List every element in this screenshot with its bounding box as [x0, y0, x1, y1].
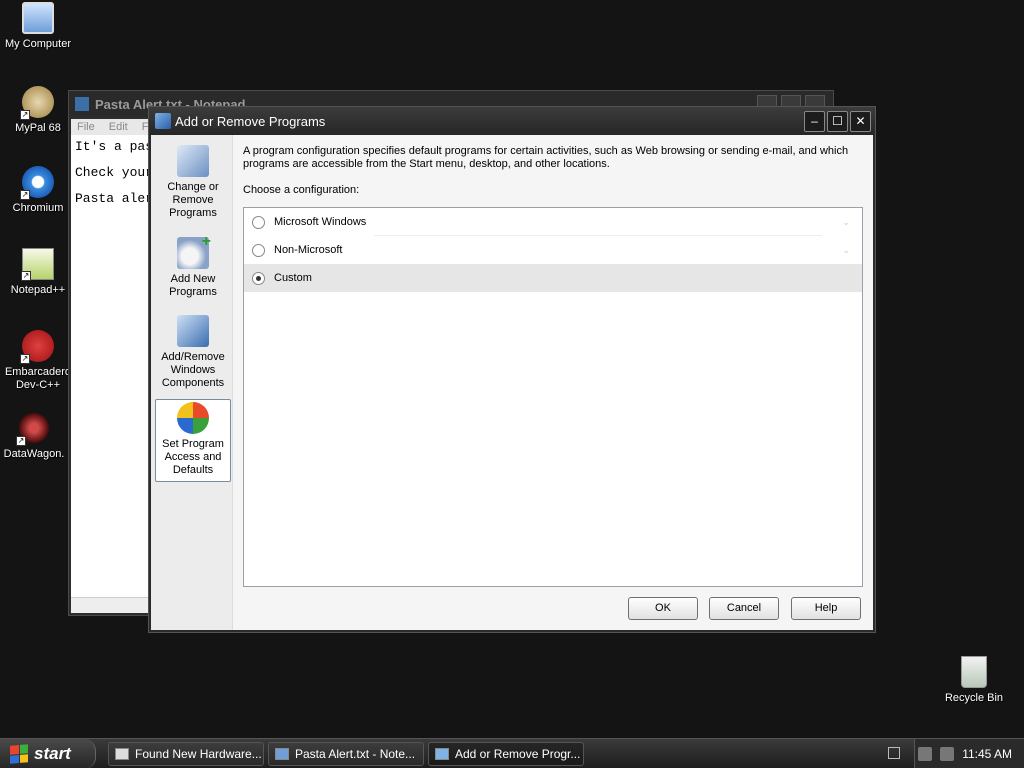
windows-logo-icon [10, 744, 28, 764]
task-label: Found New Hardware... [135, 747, 262, 761]
menu-file[interactable]: File [77, 121, 95, 133]
volume-icon[interactable] [940, 747, 955, 761]
system-tray: 11:45 AM [914, 739, 1024, 768]
option-label: Non-Microsoft [274, 244, 343, 256]
notepadpp-icon: ↗ [21, 248, 54, 281]
taskbar-item-notepad[interactable]: Pasta Alert.txt - Note... [268, 742, 424, 766]
add-remove-programs-window[interactable]: Add or Remove Programs – ☐ ✕ Change or R… [148, 106, 876, 633]
shortcut-arrow-icon: ↗ [20, 354, 30, 364]
dialog-window-controls: – ☐ ✕ [804, 111, 871, 132]
radio-custom[interactable] [252, 271, 265, 285]
sidebar-item-label: Change or Remove Programs [167, 181, 219, 219]
expand-chevron-icon[interactable]: ⌄ [842, 217, 850, 228]
sidebar-item-windows-components[interactable]: Add/Remove Windows Components [155, 313, 231, 390]
window-icon [115, 748, 129, 760]
option-custom[interactable]: Custom [244, 264, 862, 292]
desktop-icon-label: DataWagon. [3, 448, 65, 460]
desktop-icon-label: Chromium [12, 202, 64, 214]
help-button[interactable]: Help [791, 597, 861, 620]
dialog-title: Add or Remove Programs [175, 113, 326, 129]
network-icon[interactable] [918, 747, 933, 761]
choose-configuration-label: Choose a configuration: [243, 184, 360, 196]
task-label: Add or Remove Progr... [455, 747, 581, 761]
desktop-icon-label: Notepad++ [10, 284, 66, 296]
taskbar-item-add-remove[interactable]: Add or Remove Progr... [428, 742, 584, 766]
add-remove-programs-icon [155, 113, 171, 129]
minimize-button[interactable]: – [804, 111, 825, 132]
cancel-button[interactable]: Cancel [709, 597, 779, 620]
maximize-button[interactable]: ☐ [827, 111, 848, 132]
option-label: Microsoft Windows [274, 216, 367, 228]
devcpp-icon: ↗ [20, 330, 54, 364]
option-label: Custom [274, 272, 312, 284]
expand-chevron-icon[interactable]: ⌄ [842, 245, 850, 256]
desktop-icon-datawagon[interactable]: ↗ DataWagon. [0, 412, 72, 461]
program-access-defaults-icon [177, 402, 209, 434]
desktop-icon-label: Embarcadero Dev-C++ [4, 366, 72, 391]
configuration-list[interactable]: Microsoft Windows ⌄ Non-Microsoft ⌄ Cust… [243, 207, 863, 587]
add-remove-programs-icon [435, 748, 449, 760]
close-button[interactable]: ✕ [850, 111, 871, 132]
desktop-icon-devcpp[interactable]: ↗ Embarcadero Dev-C++ [0, 330, 76, 392]
sidebar-item-label: Add/Remove Windows Components [161, 351, 225, 389]
datawagon-icon: ↗ [16, 412, 50, 446]
taskbar-item-found-hardware[interactable]: Found New Hardware... [108, 742, 264, 766]
change-remove-programs-icon [177, 145, 209, 177]
keyboard-layout-icon[interactable] [888, 747, 900, 759]
task-label: Pasta Alert.txt - Note... [295, 747, 416, 761]
ok-button[interactable]: OK [628, 597, 698, 620]
dialog-main-panel: A program configuration specifies defaul… [233, 135, 873, 630]
shortcut-arrow-icon: ↗ [20, 190, 30, 200]
notepad-icon [75, 97, 89, 111]
configuration-description: A program configuration specifies defaul… [243, 145, 849, 170]
add-new-programs-icon: + [177, 234, 211, 269]
sidebar-item-add-new[interactable]: + Add New Programs [155, 234, 231, 299]
start-button[interactable]: start [0, 739, 96, 768]
mypal-icon: ↗ [20, 86, 54, 120]
dialog-body: Change or Remove Programs + Add New Prog… [151, 135, 873, 630]
clock[interactable]: 11:45 AM [962, 747, 1012, 761]
desktop-icon-label: Recycle Bin [944, 692, 1004, 704]
taskbar: start Found New Hardware... Pasta Alert.… [0, 738, 1024, 768]
option-non-microsoft[interactable]: Non-Microsoft ⌄ [244, 236, 862, 264]
desktop-icon-recycle-bin[interactable]: Recycle Bin [936, 656, 1012, 705]
radio-microsoft-windows[interactable] [252, 215, 265, 229]
windows-components-icon [177, 315, 209, 347]
sidebar-item-change-remove[interactable]: Change or Remove Programs [155, 143, 231, 220]
start-label: start [34, 744, 71, 763]
recycle-bin-icon [961, 656, 987, 688]
shortcut-arrow-icon: ↗ [20, 110, 30, 120]
sidebar-item-program-access[interactable]: Set Program Access and Defaults [155, 399, 231, 482]
option-microsoft-windows[interactable]: Microsoft Windows ⌄ [244, 208, 862, 236]
radio-non-microsoft[interactable] [252, 243, 265, 257]
shortcut-arrow-icon: ↗ [16, 436, 26, 446]
desktop-icon-notepadpp[interactable]: ↗ Notepad++ [0, 248, 76, 297]
desktop-icon-label: My Computer [4, 38, 72, 50]
notepad-icon [275, 748, 289, 760]
desktop-icon-mypal[interactable]: ↗ MyPal 68 [0, 86, 76, 135]
desktop-icon-my-computer[interactable]: My Computer [0, 2, 76, 51]
sidebar-item-label: Set Program Access and Defaults [162, 438, 224, 476]
dialog-sidebar: Change or Remove Programs + Add New Prog… [151, 135, 233, 630]
desktop-icon-label: MyPal 68 [15, 122, 61, 134]
menu-edit[interactable]: Edit [109, 121, 128, 133]
computer-icon [22, 2, 54, 34]
dialog-titlebar[interactable]: Add or Remove Programs [149, 107, 875, 135]
shortcut-arrow-icon: ↗ [21, 271, 31, 281]
desktop-icon-chromium[interactable]: ↗ Chromium [0, 166, 76, 215]
sidebar-item-label: Add New Programs [169, 273, 217, 298]
chromium-icon: ↗ [20, 166, 54, 200]
